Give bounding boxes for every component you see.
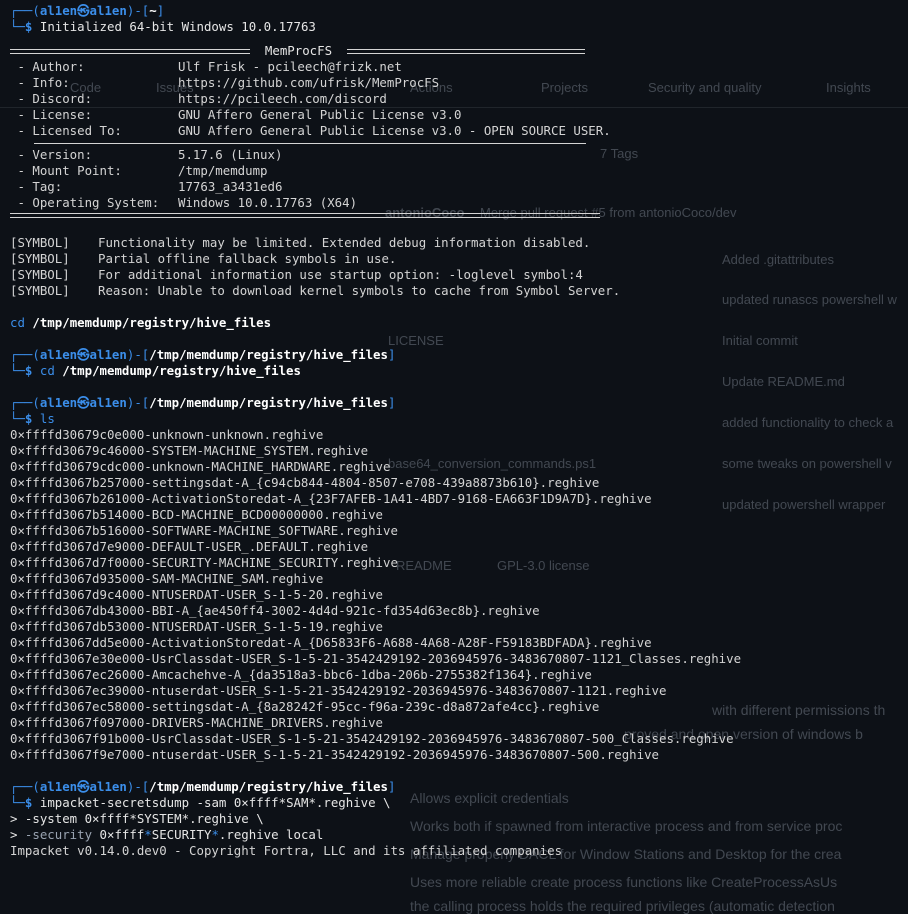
command-continuation: > -system 0×ffff*SYSTEM*.reghive \ <box>10 811 264 826</box>
symbol-warning: [SYMBOL] Partial offline fallback symbols… <box>10 251 397 266</box>
ls-output-line: 0×ffffd3067f91b000-UsrClassdat-USER_S-1-… <box>10 731 734 746</box>
impacket-banner: Impacket v0.14.0.dev0 - Copyright Fortra… <box>10 843 563 858</box>
prompt-line-command: └─$ cd /tmp/memdump/registry/hive_files <box>10 363 301 378</box>
version-row: - Operating System: Windows 10.0.17763 (X… <box>10 195 358 210</box>
ls-output-line: 0×ffffd3067ec58000-settingsdat-A_{8a2824… <box>10 699 600 714</box>
ls-output-line: 0×ffffd3067ec26000-Amcachehve-A_{da3518a… <box>10 667 592 682</box>
ls-output-line: 0×ffffd3067ec39000-ntuserdat-USER_S-1-5-… <box>10 683 667 698</box>
info-row: - License: GNU Affero General Public Lice… <box>10 107 462 122</box>
init-output: Initialized 64-bit Windows 10.0.17763 <box>39 19 316 34</box>
ls-output-line: 0×ffffd30679cdc000-unknown-MACHINE_HARDW… <box>10 459 391 474</box>
ls-output-line: 0×ffffd3067d7e9000-DEFAULT-USER_.DEFAULT… <box>10 539 369 554</box>
ls-output-line: 0×ffffd3067db53000-NTUSERDAT-USER_S-1-5-… <box>10 619 383 634</box>
info-row: - Licensed To: GNU Affero General Public … <box>10 123 611 138</box>
info-row: - Info: https://github.com/ufrisk/MemProc… <box>10 75 440 90</box>
ls-output-line: 0×ffffd3067d9c4000-NTUSERDAT-USER_S-1-5-… <box>10 587 383 602</box>
banner-divider <box>10 139 908 147</box>
banner-bottom-rule <box>10 211 908 219</box>
ls-output-line: 0×ffffd3067b516000-SOFTWARE-MACHINE_SOFT… <box>10 523 398 538</box>
ls-output-line: 0×ffffd3067b261000-ActivationStoredat-A_… <box>10 491 652 506</box>
ls-output: 0×ffffd30679c0e000-unknown-unknown.reghi… <box>10 427 908 763</box>
version-row: - Version: 5.17.6 (Linux) <box>10 147 283 162</box>
version-row: - Tag: 17763_a3431ed6 <box>10 179 283 194</box>
ls-output-line: 0×ffffd3067d7f0000-SECURITY-MACHINE_SECU… <box>10 555 398 570</box>
ls-output-line: 0×ffffd3067d935000-SAM-MACHINE_SAM.reghi… <box>10 571 324 586</box>
terminal-window[interactable]: ┌──(al1en㉿al1en)-[~] └─$ Initialized 64-… <box>10 0 908 859</box>
banner-title-row: MemProcFS <box>10 43 908 59</box>
ls-output-line: 0×ffffd3067e30e000-UsrClassdat-USER_S-1-… <box>10 651 742 666</box>
typed-command: cd /tmp/memdump/registry/hive_files <box>10 315 272 330</box>
prompt-line-top: ┌──(al1en㉿al1en)-[~] <box>10 3 165 18</box>
ls-output-line: 0×ffffd30679c46000-SYSTEM-MACHINE_SYSTEM… <box>10 443 369 458</box>
ls-output-line: 0×ffffd3067f9e7000-ntuserdat-USER_S-1-5-… <box>10 747 660 762</box>
info-row: - Author: Ulf Frisk - pcileech@frizk.net <box>10 59 402 74</box>
prompt-line-top: ┌──(al1en㉿al1en)-[/tmp/memdump/registry/… <box>10 779 396 794</box>
ls-output-line: 0×ffffd3067f097000-DRIVERS-MACHINE_DRIVE… <box>10 715 383 730</box>
ls-output-line: 0×ffffd3067b257000-settingsdat-A_{c94cb8… <box>10 475 600 490</box>
command-continuation: > -security 0×ffff*SECURITY*.reghive loc… <box>10 827 324 842</box>
ls-output-line: 0×ffffd3067dd5e000-ActivationStoredat-A_… <box>10 635 652 650</box>
bg-bullet: Uses more reliable create process functi… <box>410 874 838 890</box>
symbol-warning: [SYMBOL] For additional information use s… <box>10 267 583 282</box>
banner-title: MemProcFS <box>264 43 333 58</box>
info-row: - Discord: https://pcileech.com/discord <box>10 91 387 106</box>
ls-output-line: 0×ffffd30679c0e000-unknown-unknown.reghi… <box>10 427 324 442</box>
symbol-warning: [SYMBOL] Reason: Unable to download kerne… <box>10 283 621 298</box>
ls-output-line: 0×ffffd3067b514000-BCD-MACHINE_BCD000000… <box>10 507 383 522</box>
bg-bullet: the calling process holds the required p… <box>410 898 835 914</box>
prompt-line-command: └─$ Initialized 64-bit Windows 10.0.1776… <box>10 19 316 34</box>
prompt-line-command: └─$ impacket-secretsdump -sam 0×ffff*SAM… <box>10 795 391 810</box>
ls-output-line: 0×ffffd3067db43000-BBI-A_{ae450ff4-3002-… <box>10 603 540 618</box>
prompt-line-top: ┌──(al1en㉿al1en)-[/tmp/memdump/registry/… <box>10 347 396 362</box>
symbol-warning: [SYMBOL] Functionality may be limited. Ex… <box>10 235 591 250</box>
prompt-line-command: └─$ ls <box>10 411 55 426</box>
prompt-line-top: ┌──(al1en㉿al1en)-[/tmp/memdump/registry/… <box>10 395 396 410</box>
version-row: - Mount Point:/tmp/memdump <box>10 163 268 178</box>
